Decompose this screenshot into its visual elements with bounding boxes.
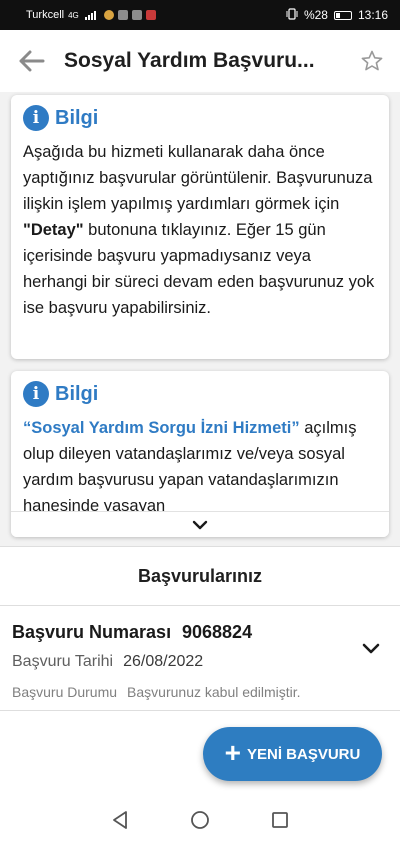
star-outline-icon — [361, 50, 383, 71]
nav-home-button[interactable] — [180, 800, 220, 840]
signal-icon — [84, 10, 96, 20]
application-number-value: 9068824 — [182, 621, 253, 642]
status-bar: Turkcell 4G %28 13:16 — [0, 0, 400, 30]
battery-percent: %28 — [303, 8, 328, 22]
clock: 13:16 — [357, 8, 388, 22]
system-nav-bar — [0, 796, 400, 844]
info-card-header: i Bilgi — [23, 381, 377, 407]
info-card-text: Aşağıda bu hizmeti kullanarak daha önce … — [23, 139, 377, 321]
status-left: Turkcell 4G — [26, 9, 286, 21]
nav-back-button[interactable] — [100, 800, 140, 840]
expand-button[interactable] — [11, 511, 389, 537]
application-date-value: 26/08/2022 — [123, 653, 204, 670]
notification-app-icon — [145, 10, 156, 20]
notification-app-icon — [131, 10, 142, 20]
application-date-label: Başvuru Tarihi — [12, 653, 114, 670]
carrier-name: Turkcell — [26, 9, 65, 21]
expand-item-button[interactable] — [362, 642, 380, 660]
info-card-title: Bilgi — [55, 382, 99, 405]
info-card-header: i Bilgi — [23, 105, 377, 131]
battery-icon — [333, 10, 352, 20]
info-panel[interactable]: i Bilgi Aşağıda bu hizmeti kullanarak da… — [0, 92, 400, 546]
triangle-back-icon — [113, 811, 127, 829]
chevron-down-icon — [362, 643, 380, 654]
info-icon: i — [23, 105, 49, 131]
status-right: %28 13:16 — [286, 7, 388, 23]
info-card-text: “Sosyal Yardım Sorgu İzni Hizmeti” açılm… — [23, 415, 377, 515]
service-link[interactable]: “Sosyal Yardım Sorgu İzni Hizmeti” — [23, 419, 300, 437]
application-status-value: Başvurunuz kabul edilmiştir. — [127, 684, 301, 700]
arrow-left-icon — [19, 50, 45, 72]
info-text-part: Aşağıda bu hizmeti kullanarak daha önce … — [23, 143, 373, 213]
network-type: 4G — [68, 10, 79, 20]
notification-app-icon — [103, 10, 114, 20]
favorite-button[interactable] — [344, 30, 400, 92]
back-button[interactable] — [0, 30, 64, 92]
section-title: Başvurularınız — [137, 566, 263, 586]
chevron-down-icon — [192, 520, 208, 529]
page-title: Sosyal Yardım Başvuru... — [64, 49, 315, 72]
application-number-row: Başvuru Numarası 9068824 — [12, 618, 388, 646]
application-number-label: Başvuru Numarası — [12, 621, 172, 642]
divider — [0, 710, 400, 711]
application-status-label: Başvuru Durumu — [12, 684, 118, 700]
app-bar: Sosyal Yardım Başvuru... — [0, 30, 400, 92]
vibrate-icon — [286, 7, 298, 23]
divider — [0, 546, 400, 547]
circle-home-icon — [191, 811, 209, 829]
application-date-row: Başvuru Tarihi 26/08/2022 — [12, 648, 388, 676]
notification-app-icon — [117, 10, 128, 20]
detail-keyword: "Detay" — [23, 221, 84, 239]
application-status-row: Başvuru Durumu Başvurunuz kabul edilmişt… — [12, 678, 388, 706]
application-item[interactable]: Başvuru Numarası 9068824 Başvuru Tarihi … — [0, 606, 400, 710]
info-icon: i — [23, 381, 49, 407]
info-card: i Bilgi “Sosyal Yardım Sorgu İzni Hizmet… — [11, 371, 389, 537]
nav-recents-button[interactable] — [260, 800, 300, 840]
plus-icon: + — [224, 737, 241, 768]
info-card: i Bilgi Aşağıda bu hizmeti kullanarak da… — [11, 95, 389, 359]
info-card-title: Bilgi — [55, 106, 99, 129]
new-application-label: YENİ BAŞVURU — [247, 745, 361, 763]
new-application-button[interactable]: + YENİ BAŞVURU — [203, 727, 382, 781]
square-recents-icon — [272, 812, 288, 828]
